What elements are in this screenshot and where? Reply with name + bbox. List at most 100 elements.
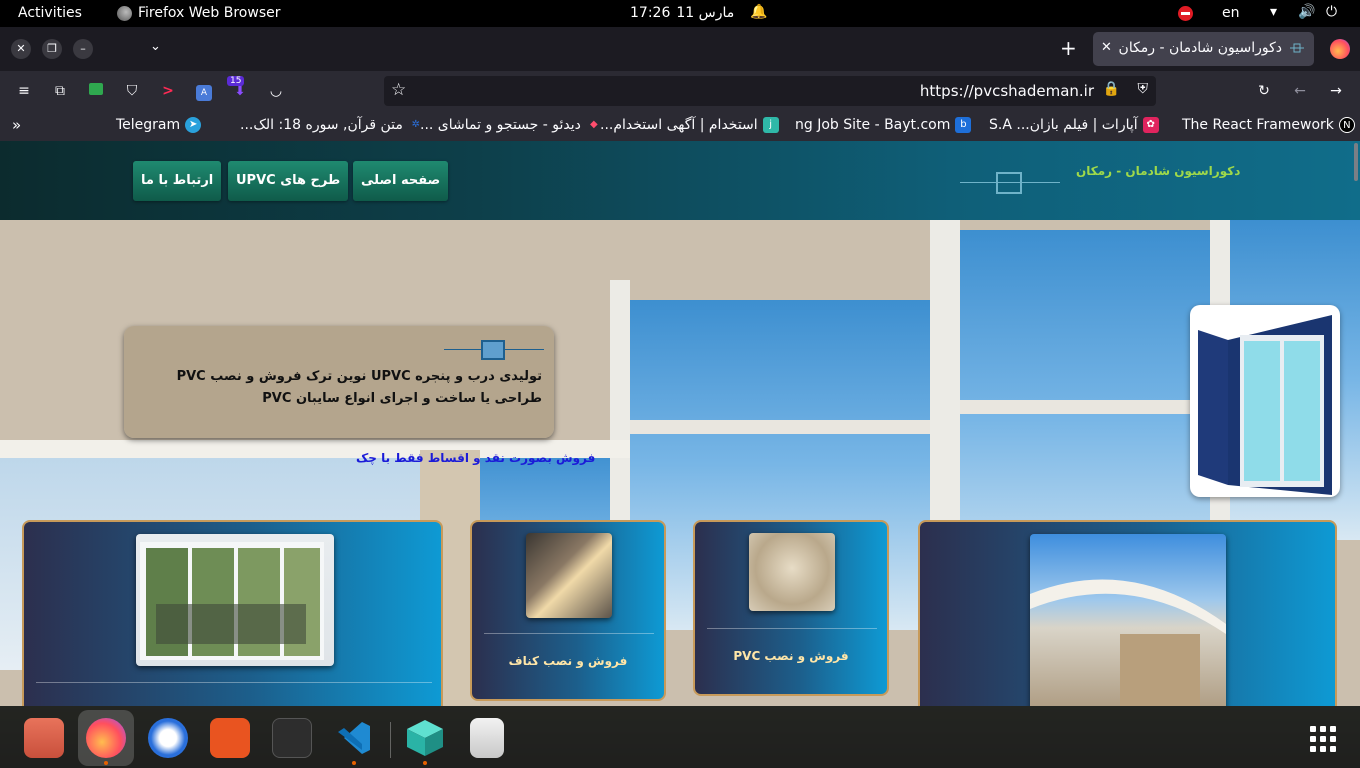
vscode-glyph — [338, 722, 370, 754]
privacy-badger-icon[interactable]: ⛉ — [122, 81, 142, 101]
aparat-icon: ✿ — [1142, 117, 1159, 133]
menu-home-button[interactable]: صفحه اصلی — [353, 161, 449, 201]
keyboard-layout[interactable]: en — [1222, 5, 1240, 21]
bookmark-label: متن قرآن, سوره 18: الک... — [240, 117, 403, 133]
hero-caption-box: تولیدی درب و پنجره UPVC نوین ترک فروش و … — [124, 326, 554, 438]
card-canopy[interactable] — [918, 520, 1337, 706]
firefox-view-icon[interactable] — [1330, 39, 1350, 59]
more-bookmarks-chevron-icon[interactable]: » — [12, 116, 21, 134]
telegram-icon: ➤ — [185, 117, 202, 133]
reload-icon[interactable]: ↻ — [1254, 81, 1274, 101]
bookmark-jobinja[interactable]: استخدام | آگهی استخدام... j — [600, 117, 779, 133]
card-canopy-image — [1030, 534, 1226, 706]
close-window-icon[interactable]: ✕ — [11, 39, 31, 59]
bookmark-label: استخدام | آگهی استخدام... — [600, 117, 758, 133]
door-image-card[interactable] — [1190, 305, 1340, 497]
menu-icon[interactable]: ≡ — [14, 81, 34, 101]
bookmark-label: Telegram — [116, 117, 181, 133]
card-upvc[interactable] — [22, 520, 443, 706]
tracking-shield-icon[interactable]: ⛨ — [1138, 81, 1149, 97]
hero-banner: تولیدی درب و پنجره UPVC نوین ترک فروش و … — [0, 220, 1360, 706]
hero-frame — [630, 420, 930, 434]
bell-icon[interactable]: 🔔 — [750, 4, 767, 20]
terminal-icon[interactable] — [272, 718, 312, 758]
hero-frame — [960, 400, 1210, 414]
door-illustration — [1198, 315, 1332, 495]
trash-icon[interactable] — [470, 718, 504, 758]
clock-time: 17:26 — [630, 5, 671, 21]
card-knauf-title[interactable]: فروش و نصب کناف — [472, 654, 664, 668]
new-tab-button[interactable]: + — [1060, 36, 1077, 60]
cube-glyph — [407, 720, 443, 756]
bookmark-deedeo[interactable]: دیدئو - جستجو و تماشای ... ◆ — [420, 117, 602, 133]
activities-button[interactable]: Activities — [18, 5, 82, 21]
restore-window-icon[interactable]: ❐ — [42, 39, 62, 59]
bookmark-telegram[interactable]: Telegram ➤ — [116, 117, 202, 133]
show-apps-icon[interactable] — [1310, 726, 1336, 752]
bookmarks-toolbar: » Telegram ➤ متن قرآن, سوره 18: الک... ✲… — [0, 111, 1360, 141]
upvc-door-illustration — [140, 542, 324, 660]
close-tab-icon[interactable]: ✕ — [1101, 40, 1112, 55]
card-upvc-image — [136, 534, 334, 666]
bookmark-label: ng Job Site - Bayt.com — [795, 117, 951, 133]
bookmark-label: The React Framework — [1182, 117, 1334, 133]
running-indicator — [423, 761, 427, 765]
firefox-icon[interactable] — [86, 718, 126, 758]
lock-icon[interactable]: 🔒 — [1103, 81, 1120, 97]
site-brand[interactable]: دکوراسیون شادمان - رمکان — [1076, 164, 1240, 178]
dock-separator — [390, 722, 391, 758]
dock — [0, 706, 1360, 768]
url-bar[interactable]: ☆ https://pvcshademan.ir 🔒 ⛨ — [384, 76, 1156, 106]
firefox-icon — [117, 5, 132, 21]
pocket-icon[interactable]: ◡ — [266, 81, 286, 101]
menu-contact-button[interactable]: ارتباط با ما — [133, 161, 222, 201]
extension-green-icon[interactable] — [86, 81, 106, 101]
url-text[interactable]: https://pvcshademan.ir — [920, 82, 1094, 100]
minimize-window-icon[interactable]: – — [73, 39, 93, 59]
forward-arrow-icon[interactable]: → — [1326, 81, 1346, 101]
card-pvc[interactable]: فروش و نصب PVC — [693, 520, 889, 696]
app-name: Firefox Web Browser — [138, 5, 281, 21]
nextjs-icon: N — [1338, 117, 1355, 133]
bookmark-star-icon[interactable]: ☆ — [391, 80, 406, 100]
sale-note: فروش بصورت نقد و اقساط فقط با چک — [356, 451, 596, 465]
volume-icon: 🔊 — [1298, 4, 1316, 20]
tab-active[interactable]: ✕ دکوراسیون شادمان - رمکان — [1093, 32, 1314, 66]
thunderbird-icon[interactable] — [148, 718, 188, 758]
translate-icon[interactable]: A — [194, 81, 214, 101]
card-divider — [36, 682, 432, 683]
card-knauf-image — [526, 533, 612, 618]
app-menu[interactable]: Firefox Web Browser — [117, 5, 281, 21]
extension-badge: 15 — [227, 76, 245, 86]
clock-date: مارس 11 — [676, 5, 735, 21]
back-arrow-icon[interactable]: ← — [1290, 81, 1310, 101]
bookmark-bayt[interactable]: ng Job Site - Bayt.com b — [795, 117, 972, 133]
extensions-icon[interactable]: ⧉ — [50, 81, 70, 101]
page-scrollbar[interactable] — [1354, 143, 1358, 181]
site-header: ارتباط با ما طرح های UPVC صفحه اصلی دکور… — [0, 141, 1360, 220]
caption-window-icon — [481, 340, 505, 360]
vscode-icon[interactable] — [334, 718, 374, 758]
extension-arrow-icon[interactable]: > — [158, 81, 178, 101]
card-knauf[interactable]: فروش و نصب کناف — [470, 520, 666, 701]
menu-upvc-designs-button[interactable]: طرح های UPVC — [228, 161, 349, 201]
bookmark-aparat[interactable]: آپارات | فیلم بازان... S.A ✿ — [989, 117, 1159, 133]
running-indicator — [104, 761, 108, 765]
bookmark-quran[interactable]: متن قرآن, سوره 18: الک... ✲ — [240, 117, 424, 133]
card-pvc-image — [749, 533, 835, 611]
card-divider — [707, 628, 877, 629]
card-pvc-title[interactable]: فروش و نصب PVC — [695, 649, 887, 663]
running-indicator — [352, 761, 356, 765]
tab-strip: ✕ ❐ – ⌄ + ✕ دکوراسیون شادمان - رمکان — [0, 27, 1360, 71]
bookmark-label: دیدئو - جستجو و تماشای ... — [420, 117, 581, 133]
bookmark-nextjs[interactable]: The React Framework N — [1182, 117, 1355, 133]
files-icon[interactable] — [24, 718, 64, 758]
web-page: ارتباط با ما طرح های UPVC صفحه اصلی دکور… — [0, 141, 1360, 706]
card-divider — [484, 633, 654, 634]
list-tabs-chevron-icon[interactable]: ⌄ — [150, 39, 161, 54]
clock[interactable]: 17:26 مارس 11 — [630, 5, 734, 21]
bayt-icon: b — [955, 117, 972, 133]
cube-app-icon[interactable] — [405, 718, 445, 758]
wifi-icon: ▾ — [1270, 4, 1278, 20]
app-center-icon[interactable] — [210, 718, 250, 758]
